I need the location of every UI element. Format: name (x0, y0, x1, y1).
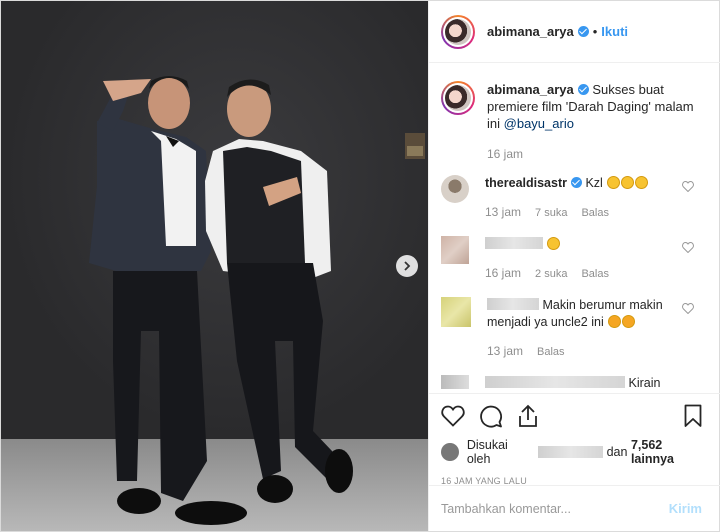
author-avatar[interactable] (441, 14, 475, 49)
heart-icon[interactable] (682, 303, 694, 314)
comment-icon (480, 405, 502, 428)
comment-time: 13 jam (485, 205, 522, 219)
reply-button[interactable]: Balas (537, 344, 565, 361)
comments-list[interactable]: abimana_arya Sukses buat premiere film '… (429, 63, 720, 393)
likes-summary: Disukai oleh dan 7,562 lainnya (441, 438, 708, 466)
commenter-avatar[interactable] (441, 175, 469, 203)
comment-likes[interactable]: 2 suka (535, 266, 567, 283)
save-button[interactable] (684, 404, 702, 428)
commenter-avatar[interactable] (441, 236, 469, 264)
likes-and: dan (606, 445, 628, 459)
author-username[interactable]: abimana_arya (487, 24, 574, 39)
rofl-emoji-icon (607, 176, 621, 189)
rofl-emoji-icon (621, 176, 635, 189)
comment-likes[interactable]: 7 suka (535, 205, 567, 222)
comment-time: 16 jam (485, 266, 522, 280)
heart-icon (441, 405, 465, 427)
comment-item: Kirain (441, 375, 708, 392)
reply-button[interactable]: Balas (581, 266, 609, 283)
commenter-avatar[interactable] (441, 375, 469, 389)
heart-eyes-emoji-icon (608, 315, 622, 328)
comment-username[interactable] (485, 237, 543, 249)
comment-item: 16 jam 2 suka Balas (441, 236, 708, 283)
likes-prefix: Disukai oleh (466, 438, 508, 466)
post-comment-button[interactable]: Kirim (669, 501, 702, 516)
share-button[interactable] (517, 404, 539, 428)
comment-button[interactable] (479, 404, 503, 428)
crying-emoji-icon (547, 237, 561, 250)
liker-username[interactable] (537, 446, 604, 458)
chevron-right-icon (404, 261, 411, 271)
share-icon (519, 404, 537, 427)
comment-item: Makin berumur makin menjadi ya uncle2 in… (441, 297, 708, 361)
separator-dot: • (592, 24, 598, 39)
verified-icon (577, 26, 589, 37)
comment-time: 13 jam (487, 344, 524, 358)
liker-avatar[interactable] (441, 443, 459, 461)
heart-eyes-emoji-icon (622, 315, 636, 328)
post-photo[interactable] (1, 1, 428, 531)
heart-icon[interactable] (682, 242, 694, 253)
comment-text: Kirain (628, 376, 661, 390)
comment-username[interactable] (487, 298, 539, 310)
comment-text: Kzl (585, 176, 603, 190)
reply-button[interactable]: Balas (581, 205, 609, 222)
rofl-emoji-icon (635, 176, 649, 189)
caption-avatar[interactable] (441, 81, 475, 115)
caption: abimana_arya Sukses buat premiere film '… (441, 63, 708, 163)
like-button[interactable] (441, 405, 465, 427)
next-photo-button[interactable] (396, 255, 418, 277)
caption-username[interactable]: abimana_arya (487, 82, 574, 97)
photo-figures (89, 76, 425, 525)
caption-time: 16 jam (487, 147, 524, 161)
comment-username[interactable]: therealdisastr (485, 176, 567, 190)
post-side-panel: abimana_arya • Ikuti abimana_arya Sukses… (428, 1, 720, 531)
heart-icon[interactable] (682, 181, 694, 192)
commenter-avatar[interactable] (441, 297, 471, 327)
comment-input[interactable] (441, 501, 669, 516)
add-comment-bar: Kirim (429, 485, 720, 531)
post-header: abimana_arya • Ikuti (429, 1, 720, 63)
follow-button[interactable]: Ikuti (601, 24, 628, 39)
comment-username[interactable] (485, 376, 625, 388)
verified-icon (570, 177, 582, 188)
verified-icon (577, 84, 589, 95)
comment-item: therealdisastr Kzl 13 jam 7 suka Balas (441, 175, 708, 222)
likes-count[interactable]: 7,562 lainnya (631, 438, 708, 466)
bookmark-icon (684, 404, 702, 427)
instagram-post: abimana_arya • Ikuti abimana_arya Sukses… (0, 0, 720, 532)
caption-mention[interactable]: @bayu_ario (504, 116, 574, 131)
